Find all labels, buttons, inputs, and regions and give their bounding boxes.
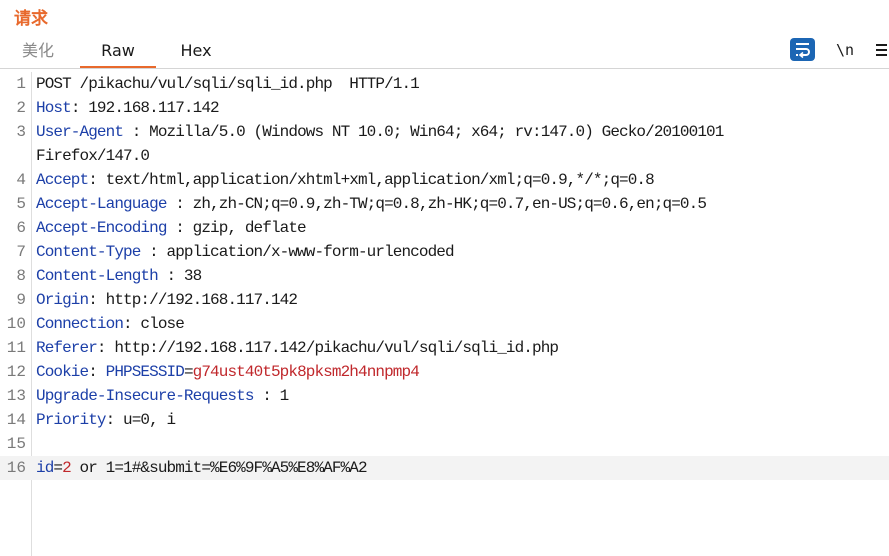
request-line: POST /pikachu/vul/sqli/sqli_id.php HTTP/… xyxy=(36,75,420,93)
header-key: Connection xyxy=(36,315,124,333)
header-value: : close xyxy=(123,315,185,333)
header-referer: Referer: http://192.168.117.142/pikachu/… xyxy=(36,336,559,360)
header-value: : Mozilla/5.0 (Windows NT 10.0; Win64; x… xyxy=(123,123,725,141)
header-accept-language: Accept-Language : zh,zh-CN;q=0.9,zh-TW;q… xyxy=(36,192,707,216)
line-number: 3 xyxy=(16,123,26,141)
line-number: 6 xyxy=(16,219,26,237)
header-content-length: Content-Length : 38 xyxy=(36,264,203,288)
panel-title: 请求 xyxy=(14,9,48,29)
header-value: : 38 xyxy=(157,267,203,285)
line-number: 8 xyxy=(16,267,26,285)
header-separator: : xyxy=(88,363,106,381)
header-key: Origin xyxy=(36,291,89,309)
editor-line: 4 Accept: text/html,application/xhtml+xm… xyxy=(0,168,889,192)
line-number: 15 xyxy=(6,435,26,453)
editor-line: 2 Host: 192.168.117.142 xyxy=(0,96,889,120)
line-number: 2 xyxy=(16,99,26,117)
request-body: id=2 or 1=1#&submit=%E6%9F%A5%E8%AF%A2 xyxy=(36,456,368,480)
editor-line: 12 Cookie: PHPSESSID=g74ust40t5pk8pksm2h… xyxy=(0,360,889,384)
cookie-name: PHPSESSID xyxy=(105,363,185,381)
line-number: 12 xyxy=(6,363,26,381)
header-key: Accept-Encoding xyxy=(36,219,167,237)
line-number: 4 xyxy=(16,171,26,189)
cookie-equals: = xyxy=(183,363,194,381)
editor-line-current: 16 id=2 or 1=1#&submit=%E6%9F%A5%E8%AF%A… xyxy=(0,456,889,480)
header-key: User-Agent xyxy=(36,123,124,141)
header-key: Referer xyxy=(36,339,98,357)
header-user-agent: User-Agent : Mozilla/5.0 (Windows NT 10.… xyxy=(36,120,725,144)
header-key: Content-Type xyxy=(36,243,141,261)
editor-line: 6 Accept-Encoding : gzip, deflate xyxy=(0,216,889,240)
header-key: Cookie xyxy=(36,363,89,381)
header-key: Priority xyxy=(36,411,107,429)
header-origin: Origin: http://192.168.117.142 xyxy=(36,288,298,312)
header-value: : gzip, deflate xyxy=(166,219,306,237)
header-value: : 1 xyxy=(253,387,289,405)
newline-icon: \n xyxy=(835,41,855,59)
header-value-continued: Firefox/147.0 xyxy=(36,147,150,165)
line-number: 1 xyxy=(16,75,26,93)
header-accept-encoding: Accept-Encoding : gzip, deflate xyxy=(36,216,307,240)
editor-line-wrapped: Firefox/147.0 xyxy=(0,144,889,168)
line-number: 10 xyxy=(6,315,26,333)
header-value: : u=0, i xyxy=(105,411,177,429)
editor-line: 1 POST /pikachu/vul/sqli/sqli_id.php HTT… xyxy=(0,72,889,96)
editor-line: 5 Accept-Language : zh,zh-CN;q=0.9,zh-TW… xyxy=(0,192,889,216)
header-value: : http://192.168.117.142 xyxy=(88,291,298,309)
header-host: Host: 192.168.117.142 xyxy=(36,96,220,120)
header-key: Host xyxy=(36,99,72,117)
tab-raw[interactable]: Raw xyxy=(80,36,156,69)
header-priority: Priority: u=0, i xyxy=(36,408,177,432)
line-number: 13 xyxy=(6,387,26,405)
hamburger-menu-icon[interactable] xyxy=(872,41,889,59)
editor-line: 13 Upgrade-Insecure-Requests : 1 xyxy=(0,384,889,408)
request-editor[interactable]: 1 POST /pikachu/vul/sqli/sqli_id.php HTT… xyxy=(0,72,889,556)
header-content-type: Content-Type : application/x-www-form-ur… xyxy=(36,240,455,264)
cookie-value: g74ust40t5pk8pksm2h4nnpmp4 xyxy=(192,363,420,381)
editor-line: 11 Referer: http://192.168.117.142/pikac… xyxy=(0,336,889,360)
header-connection: Connection: close xyxy=(36,312,185,336)
tab-hex[interactable]: Hex xyxy=(168,36,224,68)
body-param-value: 2 xyxy=(62,459,72,477)
header-value: : zh,zh-CN;q=0.9,zh-TW;q=0.8,zh-HK;q=0.7… xyxy=(166,195,707,213)
header-key: Accept-Language xyxy=(36,195,167,213)
header-value: : http://192.168.117.142/pikachu/vul/sql… xyxy=(96,339,559,357)
header-accept: Accept: text/html,application/xhtml+xml,… xyxy=(36,168,655,192)
body-equals: = xyxy=(53,459,63,477)
toolbar-divider xyxy=(0,68,889,69)
body-param-name: id xyxy=(36,459,54,477)
view-tabs: 美化 Raw Hex xyxy=(0,36,889,69)
editor-line: 3 User-Agent : Mozilla/5.0 (Windows NT 1… xyxy=(0,120,889,144)
editor-line: 15 xyxy=(0,432,889,456)
editor-line: 10 Connection: close xyxy=(0,312,889,336)
word-wrap-icon xyxy=(796,43,810,59)
header-upgrade-insecure-requests: Upgrade-Insecure-Requests : 1 xyxy=(36,384,289,408)
line-number: 11 xyxy=(6,339,26,357)
header-key: Content-Length xyxy=(36,267,159,285)
show-newlines-button[interactable]: \n xyxy=(834,39,856,61)
editor-line: 8 Content-Length : 38 xyxy=(0,264,889,288)
line-number: 9 xyxy=(16,291,26,309)
header-value: : text/html,application/xhtml+xml,applic… xyxy=(88,171,655,189)
body-rest: or 1=1#&submit=%E6%9F%A5%E8%AF%A2 xyxy=(70,459,368,477)
header-value: : 192.168.117.142 xyxy=(70,99,220,117)
line-number: 5 xyxy=(16,195,26,213)
word-wrap-button[interactable] xyxy=(790,38,815,61)
line-number: 16 xyxy=(6,459,26,477)
line-number: 14 xyxy=(6,411,26,429)
tab-pretty[interactable]: 美化 xyxy=(10,36,66,68)
editor-line: 9 Origin: http://192.168.117.142 xyxy=(0,288,889,312)
editor-line: 14 Priority: u=0, i xyxy=(0,408,889,432)
header-cookie: Cookie: PHPSESSID=g74ust40t5pk8pksm2h4nn… xyxy=(36,360,420,384)
line-number: 7 xyxy=(16,243,26,261)
header-value: : application/x-www-form-urlencoded xyxy=(140,243,454,261)
editor-line: 7 Content-Type : application/x-www-form-… xyxy=(0,240,889,264)
header-key: Accept xyxy=(36,171,89,189)
header-key: Upgrade-Insecure-Requests xyxy=(36,387,254,405)
